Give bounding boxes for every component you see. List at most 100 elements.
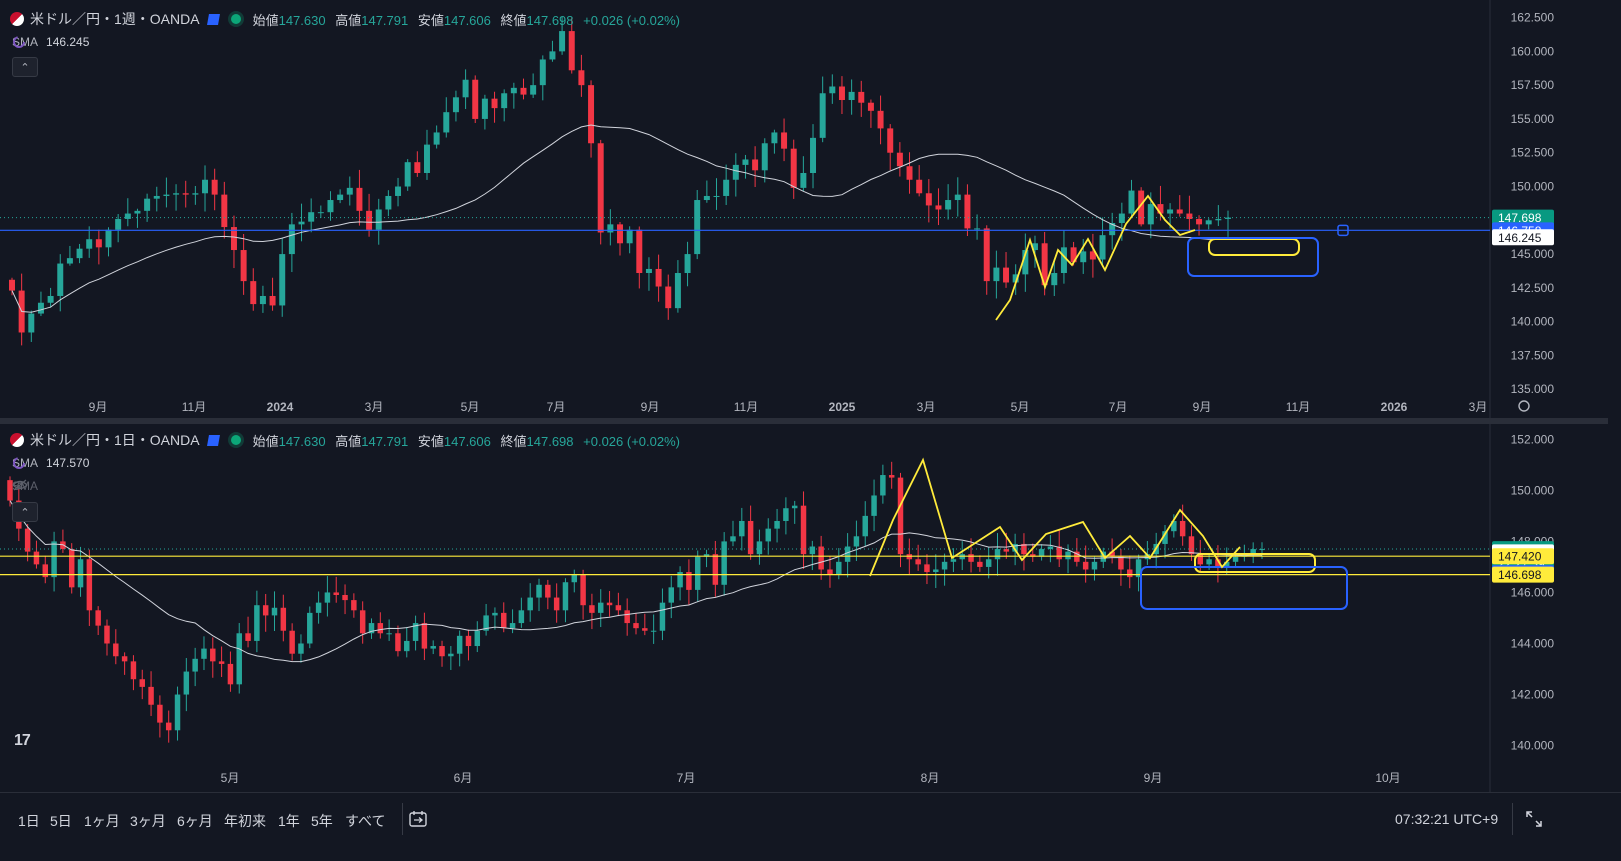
candle-body [783,508,789,521]
candle-body [945,200,952,210]
candle-body [462,79,469,98]
collapse-legend-button[interactable]: ⌃ [12,502,38,522]
price-tick-label: 160.000 [1511,44,1555,58]
candle-body [1099,235,1106,260]
time-tick-label: 11月 [1286,400,1310,414]
flag-marker-icon[interactable] [206,434,220,446]
timeframe-button[interactable]: 5年 [311,811,333,831]
candle-body [337,194,344,201]
candle-body [105,229,112,248]
candle-body [897,477,904,555]
candle-body [668,587,675,603]
candle-body [245,633,251,641]
candle-body [994,549,1001,560]
timeframe-button[interactable]: 1日 [18,811,40,831]
candle-body [259,295,266,305]
price-label: 146.698 [1498,568,1542,582]
candle-body [346,187,353,195]
time-tick-label: 8月 [921,771,940,785]
timeframe-button[interactable]: 5日 [50,811,72,831]
price-tick-label: 140.000 [1511,739,1555,753]
candle-body [130,661,137,680]
market-open-icon [230,435,241,445]
candle-body [818,546,824,570]
candle-body [33,551,40,565]
candle-body [262,605,269,616]
candle-body [95,610,101,626]
weekly-sma-legend[interactable]: SMA 146.245 [12,35,89,49]
time-tick-label: 10月 [1375,771,1400,785]
candle-body [765,528,771,542]
daily-ticker[interactable]: 米ドル／円・1日・OANDA [30,430,200,450]
timeframe-button[interactable]: 1年 [278,811,300,831]
daily-chart-canvas[interactable]: 152.000150.000148.000146.000144.000142.0… [0,424,1621,792]
time-tick-label: 9月 [641,400,660,414]
candle-body [761,143,768,171]
candle-body [456,635,463,654]
time-tick-label: 9月 [89,400,108,414]
candle-body [47,295,54,303]
candle-body [86,239,93,249]
candle-body [1056,546,1062,560]
candle-body [134,210,141,214]
fullscreen-icon[interactable] [1525,810,1543,828]
candle-body [1060,247,1067,274]
usdjpy-flag-icon [10,433,24,447]
price-label: 146.245 [1498,231,1542,245]
time-tick-label: 5月 [461,400,480,414]
candle-body [536,584,542,598]
candle-body [452,97,459,113]
candle-body [836,561,842,575]
candle-body [829,86,836,94]
candle-body [636,229,643,274]
weekly-ticker[interactable]: 米ドル／円・1週・OANDA [30,9,200,29]
candle-body [977,561,983,567]
daily-sma2-legend[interactable]: SMA [12,479,38,493]
candle-body [139,679,145,687]
candle-body [86,559,93,611]
market-open-icon [230,14,241,24]
candle-body [862,515,868,537]
flag-marker-icon[interactable] [206,13,220,25]
candle-body [935,205,942,210]
candle-body [650,630,657,632]
candle-body [279,254,286,306]
eye-hidden-icon[interactable] [12,479,28,491]
candle-body [501,93,508,109]
candle-body [615,605,622,611]
daily-sma-legend[interactable]: SMA 147.570 [12,456,89,470]
timeframe-button[interactable]: すべて [345,811,385,831]
date-range-icon[interactable] [408,809,428,829]
timeframe-button[interactable]: 年初来 [224,811,266,831]
weekly-legend: 米ドル／円・1週・OANDA 始値147.630 高値147.791 安値147… [10,9,680,29]
timeframe-button[interactable]: 3ヶ月 [130,811,166,831]
candle-body [568,31,575,71]
candle-body [481,98,488,119]
weekly-chart-canvas[interactable]: 162.500 160.000 157.500 155.000 152.500 150.0… [0,0,1621,418]
clock[interactable]: 07:32:21 UTC+9 [1395,811,1498,827]
candle-body [633,623,639,629]
candle-body [24,528,31,552]
candle-body [571,574,578,583]
timeframe-button[interactable]: 6ヶ月 [177,811,213,831]
weekly-chart-pane[interactable]: 162.500 160.000 157.500 155.000 152.500 150.0… [0,0,1621,418]
candle-body [545,584,551,598]
collapse-legend-button[interactable]: ⌃ [12,57,38,77]
time-tick-label: 7月 [547,400,566,414]
candle-body [1232,556,1239,562]
candle-body [327,200,334,213]
candle-body [924,564,930,573]
candle-body [307,612,313,644]
candle-body [210,648,216,662]
time-tick-label: 6月 [454,771,473,785]
candle-body [838,86,845,101]
candle-body [57,263,64,296]
price-axis[interactable] [1490,424,1621,792]
candle-body [954,194,961,201]
daily-chart-pane[interactable]: 152.000150.000148.000146.000144.000142.0… [0,424,1621,792]
timeframe-button[interactable]: 1ヶ月 [84,811,120,831]
candle-body [1196,218,1203,225]
candle-body [1206,559,1212,565]
weekly-ohlc: 始値147.630 高値147.791 安値147.606 終値147.698 … [252,12,680,28]
price-tick-label: 150.000 [1511,180,1555,194]
